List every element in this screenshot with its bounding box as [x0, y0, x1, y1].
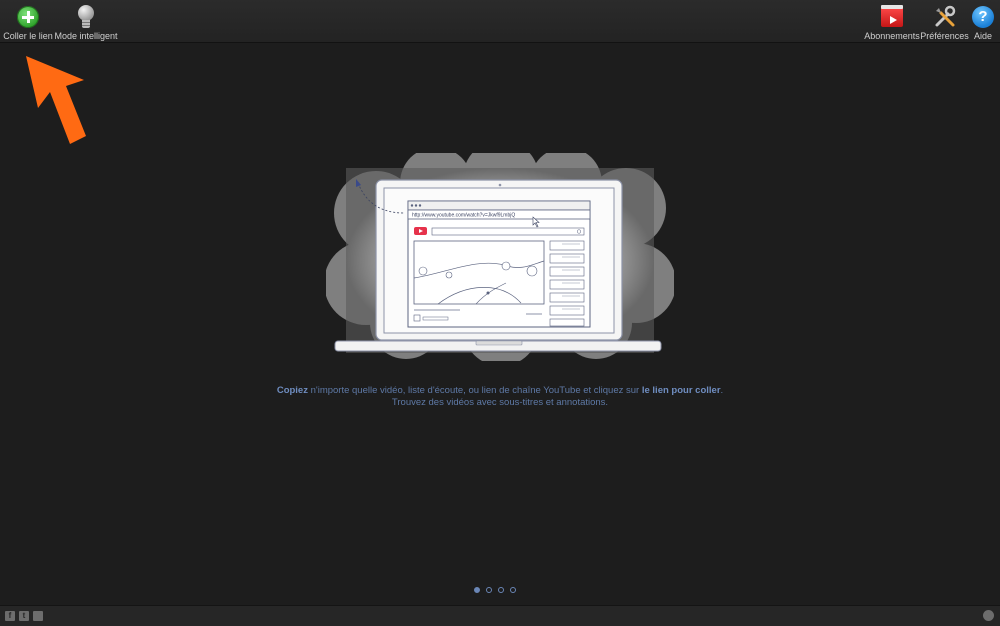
paste-link-button[interactable]: Coller le lien: [3, 0, 53, 42]
help-icon: ?: [971, 5, 995, 29]
arrow-pointer-icon: [26, 56, 86, 144]
page-dot-2[interactable]: [486, 587, 492, 593]
page-dot-1[interactable]: [474, 587, 480, 593]
address-bar-url: http://www.youtube.com/watch?v=Jkwf9Lmbj…: [412, 213, 515, 219]
subscriptions-button[interactable]: Abonnements: [864, 0, 920, 42]
instruction-line-2: Trouvez des vidéos avec sous-titres et a…: [391, 397, 609, 408]
smart-mode-label: Mode intelligent: [54, 31, 118, 41]
bottom-bar: f t: [0, 605, 1000, 626]
page-indicator: [474, 587, 516, 593]
globe-icon[interactable]: [983, 610, 994, 621]
preferences-button[interactable]: Préférences: [920, 0, 969, 42]
plus-icon: [16, 5, 40, 29]
twitter-icon[interactable]: t: [19, 611, 29, 621]
paste-link-label: Coller le lien: [3, 31, 53, 41]
subscriptions-label: Abonnements: [864, 31, 920, 41]
help-button[interactable]: ? Aide: [971, 0, 995, 42]
subscriptions-icon: [880, 5, 904, 29]
tools-icon: [933, 5, 957, 29]
smart-mode-button[interactable]: Mode intelligent: [54, 0, 118, 42]
facebook-icon[interactable]: f: [5, 611, 15, 621]
instruction-text: Copiez n'importe quelle vidéo, liste d'é…: [0, 385, 1000, 409]
page-dot-4[interactable]: [510, 587, 516, 593]
instruction-line-1: Copiez n'importe quelle vidéo, liste d'é…: [276, 385, 724, 396]
help-label: Aide: [973, 31, 992, 41]
video-icon[interactable]: [33, 611, 43, 621]
laptop-illustration: http://www.youtube.com/watch?v=Jkwf9Lmbj…: [326, 153, 674, 361]
toolbar: Coller le lien Mode intelligent Abonneme…: [0, 0, 1000, 43]
page-dot-3[interactable]: [498, 587, 504, 593]
lightbulb-icon: [74, 5, 98, 29]
preferences-label: Préférences: [920, 31, 969, 41]
